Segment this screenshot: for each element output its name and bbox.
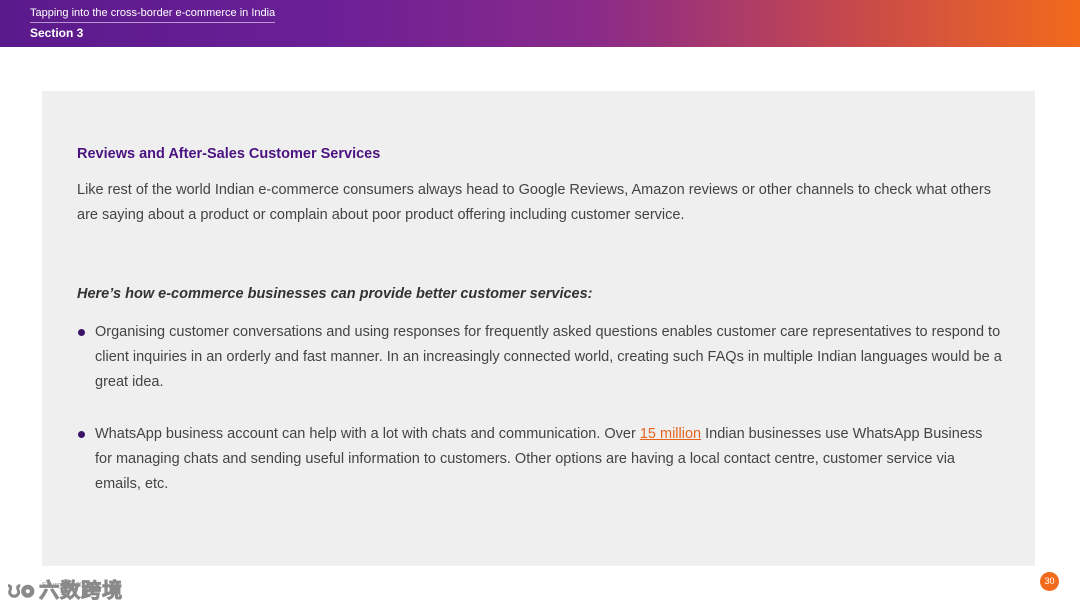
- bullet-dot-icon: [78, 329, 85, 336]
- watermark-text: 六数跨境: [39, 580, 124, 603]
- subheading: Here’s how e-commerce businesses can pro…: [77, 286, 593, 302]
- header-banner: Tapping into the cross-border e-commerce…: [0, 0, 1080, 47]
- list-item-text: WhatsApp business account can help with …: [95, 422, 1002, 497]
- source-link[interactable]: 15 million: [640, 426, 701, 442]
- list-item: WhatsApp business account can help with …: [77, 422, 1002, 497]
- content-panel: Reviews and After-Sales Customer Service…: [42, 91, 1035, 566]
- list-item-text: Organising customer conversations and us…: [95, 324, 1002, 390]
- watermark: ᙀ◎ 六数跨境: [7, 574, 124, 603]
- watermark-logo-icon: ᙀ◎: [7, 584, 36, 602]
- document-subtitle: Tapping into the cross-border e-commerce…: [30, 7, 276, 23]
- list-item: Organising customer conversations and us…: [77, 320, 1002, 395]
- section-heading: Reviews and After-Sales Customer Service…: [77, 146, 381, 162]
- intro-paragraph: Like rest of the world Indian e-commerce…: [77, 182, 991, 223]
- section-label: Section 3: [30, 26, 84, 40]
- bullet-dot-icon: [78, 431, 85, 438]
- list-item-text-before: WhatsApp business account can help with …: [95, 426, 640, 442]
- page-number-badge: 30: [1040, 572, 1059, 591]
